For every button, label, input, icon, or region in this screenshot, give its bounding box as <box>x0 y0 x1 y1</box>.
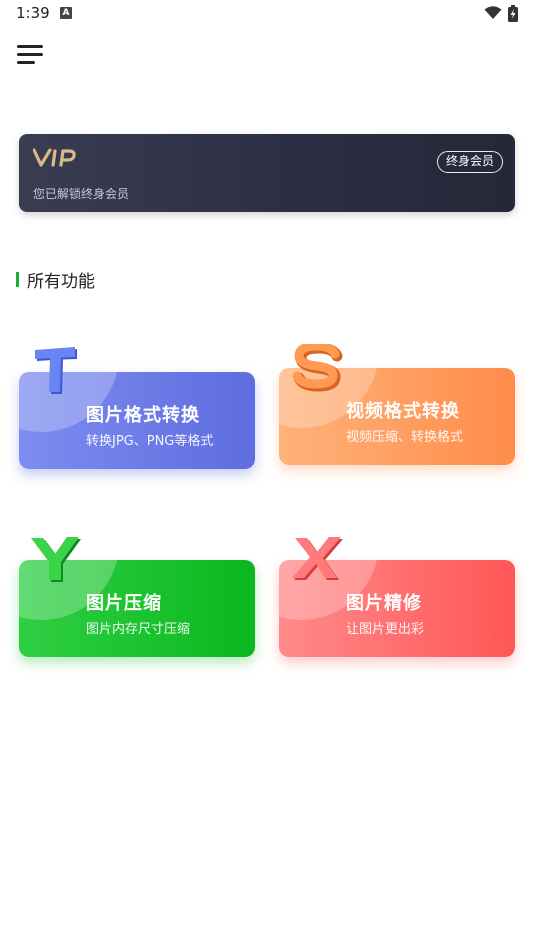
letter-t-icon <box>35 347 77 394</box>
vip-card[interactable]: 您已解锁终身会员 终身会员 <box>19 134 515 212</box>
feature-subtitle: 让图片更出彩 <box>346 622 425 637</box>
feature-subtitle: 视频压缩、转换格式 <box>346 430 464 445</box>
section-title: 所有功能 <box>27 271 95 292</box>
feature-title: 图片精修 <box>346 593 422 614</box>
feature-video-format-convert[interactable]: 视频格式转换 视频压缩、转换格式 <box>279 344 515 465</box>
letter-x-icon <box>292 537 343 580</box>
letter-s-icon <box>292 344 343 392</box>
vip-logo <box>33 148 76 167</box>
feature-image-retouch[interactable]: 图片精修 让图片更出彩 <box>279 537 515 657</box>
vip-status-text: 您已解锁终身会员 <box>33 187 130 201</box>
section-accent-bar <box>16 271 19 287</box>
feature-subtitle: 图片内存尺寸压缩 <box>86 622 191 637</box>
feature-image-format-convert[interactable]: 图片格式转换 转换JPG、PNG等格式 <box>19 347 255 469</box>
hamburger-menu-icon <box>17 45 43 48</box>
status-time: 1:39 <box>16 4 50 22</box>
feature-title: 视频格式转换 <box>346 401 460 422</box>
battery-charging-icon <box>508 5 518 22</box>
section-header: 所有功能 <box>16 268 95 292</box>
letter-y-icon <box>31 537 81 582</box>
wifi-icon <box>484 6 502 19</box>
feature-image-compress[interactable]: 图片压缩 图片内存尺寸压缩 <box>19 537 255 657</box>
menu-button[interactable] <box>17 42 47 68</box>
feature-subtitle: 转换JPG、PNG等格式 <box>86 434 214 449</box>
vip-badge: 终身会员 <box>436 151 503 173</box>
status-bar: 1:39 A <box>0 0 534 28</box>
feature-title: 图片压缩 <box>86 593 162 614</box>
feature-title: 图片格式转换 <box>86 405 200 426</box>
a-icon: A <box>60 7 72 19</box>
